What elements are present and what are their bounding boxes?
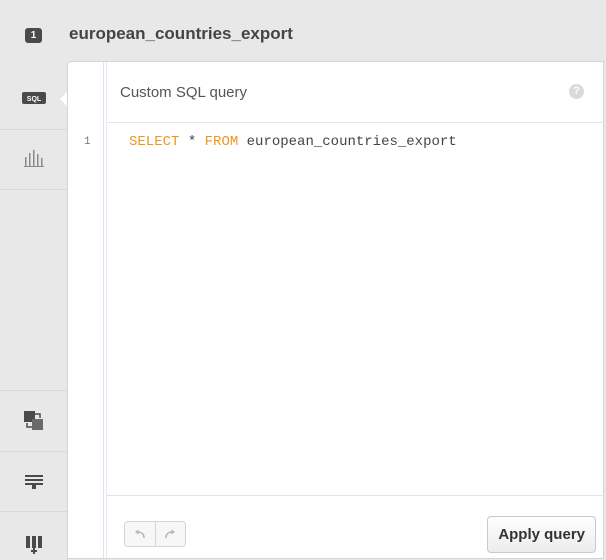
layer-number-badge: 1 (25, 28, 42, 43)
line-number: 1 (84, 136, 91, 148)
help-icon[interactable]: ? (569, 84, 584, 99)
app-window: 1 european_countries_export SQL Custom S… (0, 0, 606, 560)
code-star: * (179, 134, 205, 150)
undo-icon (134, 529, 145, 539)
layer-title[interactable]: european_countries_export (69, 24, 293, 44)
sidebar-item-chart[interactable] (0, 129, 67, 190)
keyword-select: SELECT (129, 134, 180, 150)
sql-icon: SQL (22, 92, 46, 104)
bar-chart-icon (24, 150, 44, 167)
panel-footer: Apply query (107, 495, 604, 559)
sql-icon-label: SQL (27, 96, 42, 103)
layer-toolbar: SQL (0, 68, 68, 560)
sidebar-item-merge[interactable] (0, 390, 67, 452)
code-table-name: european_countries_export (238, 134, 457, 150)
code-line[interactable]: SELECT * FROM european_countries_export (129, 134, 457, 150)
apply-query-button[interactable]: Apply query (487, 516, 596, 553)
keyword-from: FROM (204, 134, 239, 150)
undo-button[interactable] (125, 522, 155, 546)
panel-header: Custom SQL query ? (107, 62, 604, 123)
redo-button[interactable] (154, 522, 186, 546)
layer-header: 1 european_countries_export (0, 0, 606, 68)
sql-panel: Custom SQL query ? 1 SELECT * FROM europ… (67, 61, 604, 559)
sidebar-item-sql[interactable]: SQL (0, 68, 67, 130)
redo-icon (165, 529, 176, 539)
merge-icon (24, 411, 43, 430)
sql-editor[interactable]: 1 SELECT * FROM european_countries_expor… (68, 123, 603, 495)
legend-icon (25, 475, 43, 489)
column-add-icon (26, 536, 42, 554)
undo-redo-group (124, 521, 186, 547)
sidebar-item-legend[interactable] (0, 451, 67, 512)
panel-title: Custom SQL query (120, 84, 247, 101)
sidebar-item-columns[interactable] (0, 512, 67, 560)
